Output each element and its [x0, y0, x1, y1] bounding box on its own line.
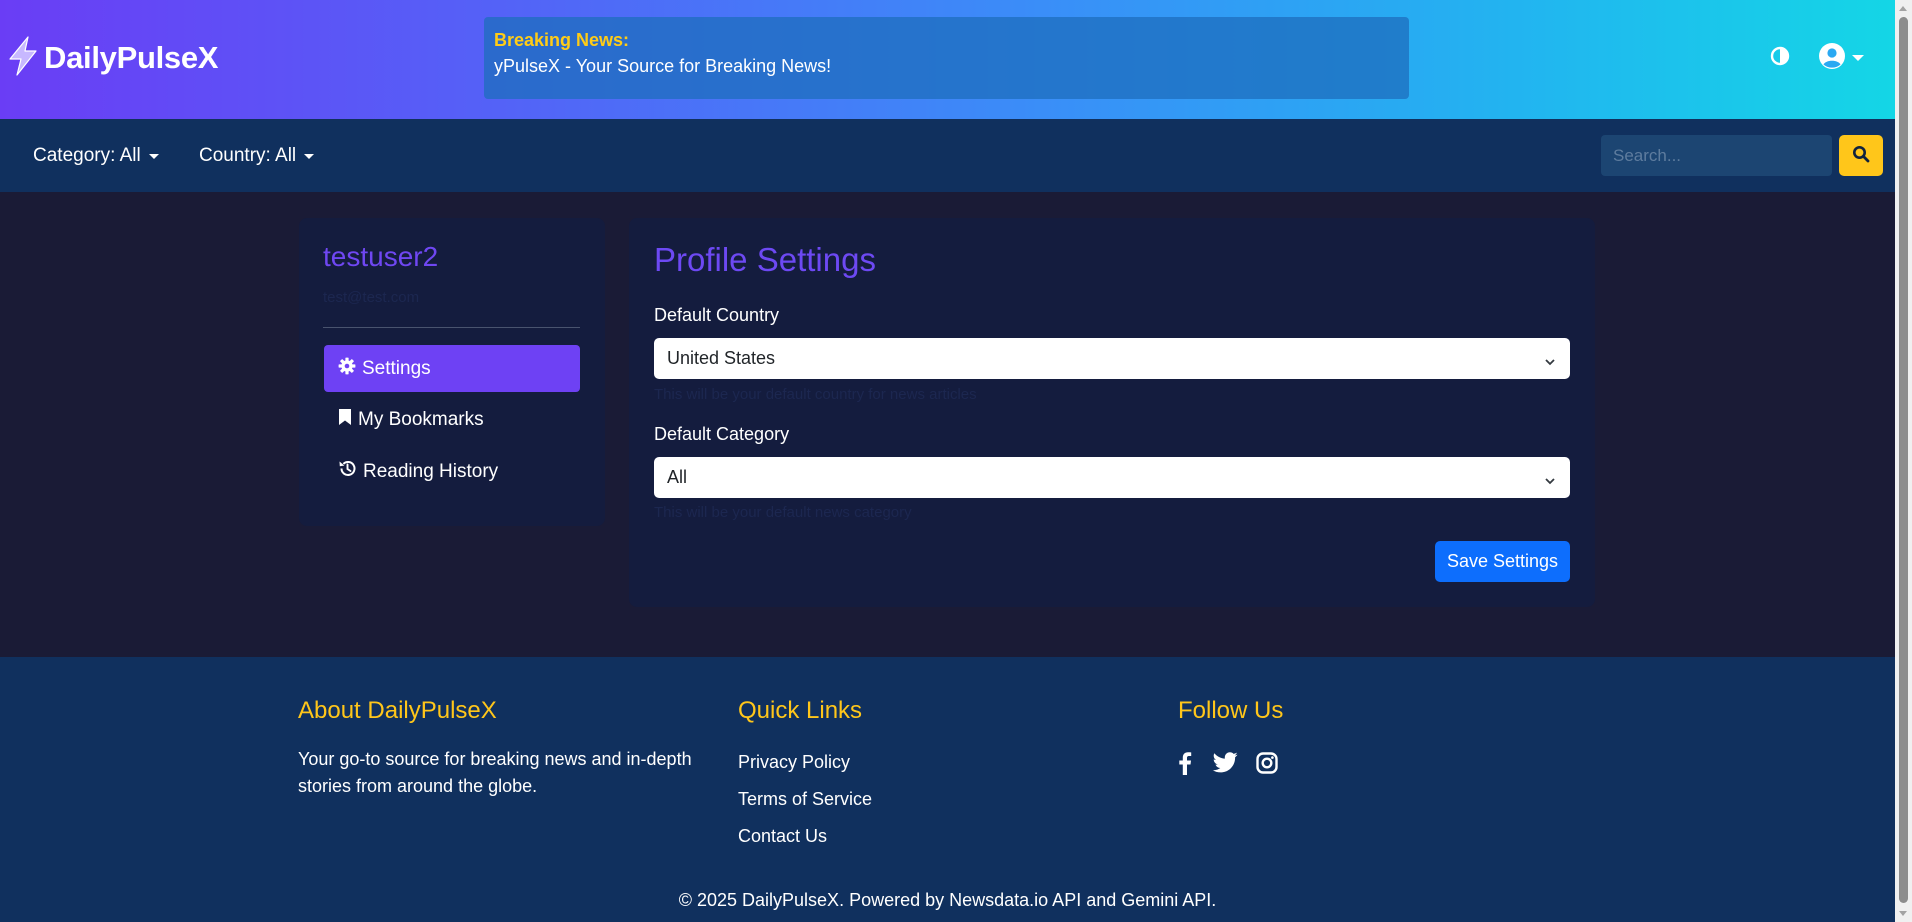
default-country-select[interactable]: United States	[654, 338, 1570, 379]
sidebar-item-settings[interactable]: Settings	[324, 345, 580, 392]
scroll-up-arrow-icon[interactable]	[1899, 6, 1907, 11]
scrollbar-thumb[interactable]	[1899, 17, 1908, 903]
chevron-down-icon	[148, 153, 159, 159]
breaking-news-ticker: Breaking News: yPulseX - Your Source for…	[484, 17, 1409, 99]
country-dropdown-label: Country: All	[199, 145, 297, 166]
footer-link-privacy[interactable]: Privacy Policy	[738, 752, 850, 773]
search-icon	[1852, 145, 1870, 166]
footer-copyright: © 2025 DailyPulseX. Powered by Newsdata.…	[678, 890, 1217, 910]
country-field-label: Default Country	[654, 305, 780, 325]
category-dropdown[interactable]: Category: All	[33, 143, 159, 169]
default-country-value: United States	[667, 348, 776, 368]
category-dropdown-label: Category: All	[33, 145, 141, 166]
chevron-down-icon	[1544, 352, 1556, 373]
lightning-icon	[6, 35, 40, 81]
footer-about-heading: About DailyPulseX	[298, 697, 497, 724]
sidebar-item-label: My Bookmarks	[358, 408, 484, 430]
brand-logo[interactable]: DailyPulseX	[6, 35, 219, 81]
theme-toggle-button[interactable]	[1768, 46, 1792, 70]
sidebar-item-label: Reading History	[363, 460, 499, 482]
sidebar-item-bookmarks[interactable]: My Bookmarks	[324, 396, 580, 443]
default-category-value: All	[667, 467, 688, 487]
sidebar-divider	[323, 327, 580, 328]
profile-email: test@test.com	[323, 289, 420, 306]
brand-name: DailyPulseX	[44, 40, 219, 75]
default-category-select[interactable]: All	[654, 457, 1570, 498]
facebook-icon[interactable]	[1178, 750, 1192, 776]
instagram-icon[interactable]	[1256, 750, 1278, 776]
ticker-label: Breaking News:	[494, 30, 630, 50]
footer-follow-heading: Follow Us	[1178, 697, 1284, 724]
chevron-down-icon	[1852, 55, 1864, 61]
save-settings-button[interactable]: Save Settings	[1435, 541, 1570, 582]
page-title: Profile Settings	[654, 241, 876, 278]
category-help-text: This will be your default news category	[654, 504, 912, 521]
gear-icon	[338, 357, 356, 381]
chevron-down-icon	[1544, 471, 1556, 492]
sidebar-item-history[interactable]: Reading History	[324, 448, 580, 495]
contrast-icon	[1770, 46, 1790, 71]
search-input[interactable]	[1601, 135, 1832, 176]
history-icon	[338, 459, 357, 484]
chevron-down-icon	[304, 153, 315, 159]
country-dropdown[interactable]: Country: All	[199, 143, 315, 169]
profile-username: testuser2	[323, 241, 439, 272]
footer-links-heading: Quick Links	[738, 697, 863, 724]
page-scrollbar[interactable]	[1895, 0, 1912, 922]
footer-link-terms[interactable]: Terms of Service	[738, 789, 872, 810]
bookmark-icon	[338, 408, 352, 432]
user-circle-icon	[1818, 42, 1846, 75]
site-header: DailyPulseX Breaking News: yPulseX - You…	[0, 0, 1895, 119]
footer-about-text: Your go-to source for breaking news and …	[298, 749, 692, 796]
sidebar-item-label: Settings	[362, 357, 431, 379]
site-footer	[0, 657, 1895, 922]
country-help-text: This will be your default country for ne…	[654, 386, 977, 403]
user-menu-dropdown[interactable]	[1818, 42, 1864, 75]
scroll-down-arrow-icon[interactable]	[1899, 911, 1907, 916]
twitter-icon[interactable]	[1212, 750, 1238, 776]
ticker-headline[interactable]: yPulseX - Your Source for Breaking News!	[494, 55, 1399, 77]
footer-link-contact[interactable]: Contact Us	[738, 826, 827, 847]
search-button[interactable]	[1839, 135, 1883, 176]
category-field-label: Default Category	[654, 424, 790, 444]
